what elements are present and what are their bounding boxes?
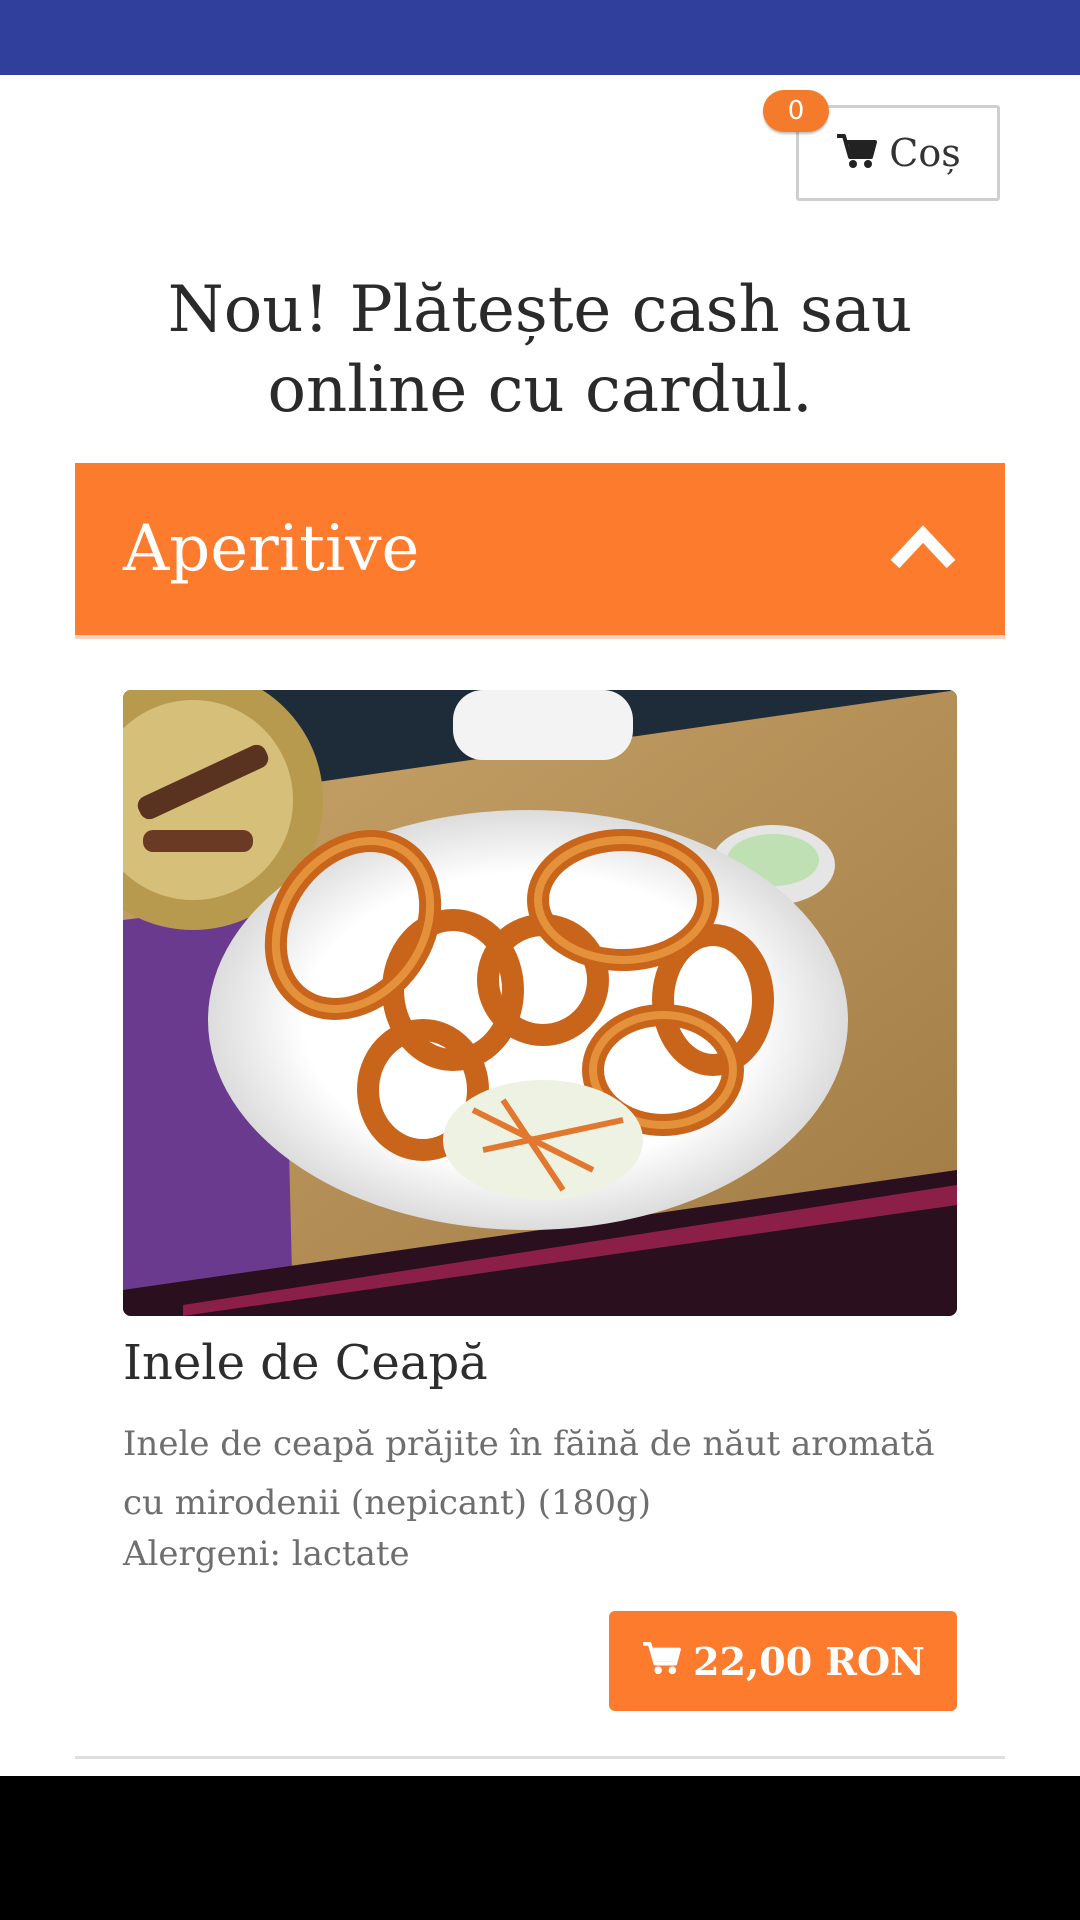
category-header-aperitive[interactable]: Aperitive (75, 463, 1005, 639)
top-nav-bar (0, 0, 1080, 75)
cart-count-badge: 0 (763, 90, 829, 132)
cart-label: Coș (889, 131, 961, 175)
cart-icon (835, 133, 878, 173)
item-divider (75, 1756, 1005, 1759)
item-photo (123, 690, 957, 1316)
promo-banner-text: Nou! Plătește cash sau online cu cardul. (167, 273, 913, 427)
chevron-up-icon[interactable] (889, 524, 957, 574)
item-description: Inele de ceapă prăjite în făină de năut … (123, 1424, 935, 1523)
cart-icon (641, 1639, 682, 1684)
item-allergens: Alergeni: lactate (123, 1534, 410, 1574)
bottom-bar (0, 1776, 1080, 1920)
price-label: 22,00 RON (693, 1638, 925, 1684)
item-name: Inele de Ceapă (123, 1335, 488, 1391)
category-title: Aperitive (123, 512, 420, 586)
add-to-cart-button[interactable]: 22,00 RON (609, 1611, 957, 1711)
